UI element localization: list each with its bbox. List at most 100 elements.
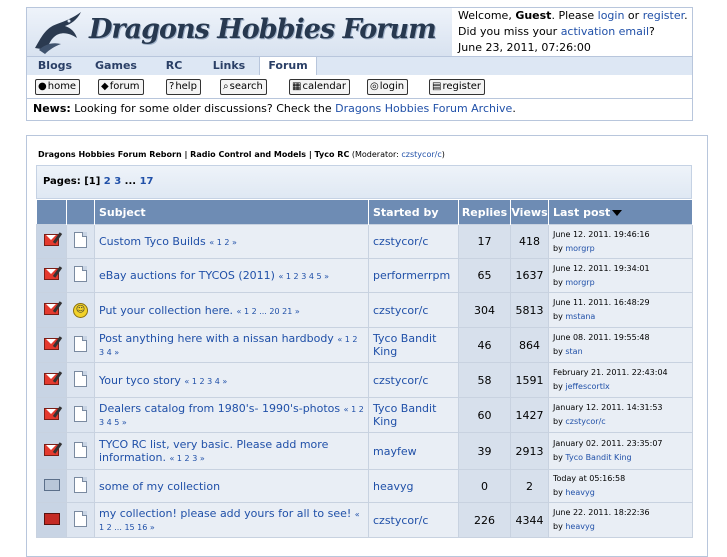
home-label: home bbox=[47, 81, 77, 92]
site-logo[interactable]: Dragons Hobbies Forum bbox=[27, 8, 452, 56]
topic-type-cell bbox=[66, 502, 95, 538]
last-post-cell: June 22. 2011. 18:22:36 by heavyg bbox=[548, 502, 693, 538]
replies-cell: 65 bbox=[458, 258, 511, 293]
page-link-last[interactable]: 17 bbox=[140, 176, 154, 187]
topic-pages[interactable]: « 1 2 ... 20 21 » bbox=[237, 307, 300, 316]
starter-link[interactable]: Tyco Bandit King bbox=[373, 332, 436, 358]
last-post-author[interactable]: heavyg bbox=[565, 522, 594, 531]
document-icon bbox=[74, 441, 87, 458]
last-post-cell: January 12. 2011. 14:31:53 by czstycor/c bbox=[548, 397, 693, 433]
last-post-cell: June 11. 2011. 16:48:29 by mstana bbox=[548, 292, 693, 328]
topic-link[interactable]: my collection! please add yours for all … bbox=[99, 507, 351, 520]
topic-link[interactable]: Custom Tyco Builds bbox=[99, 235, 206, 248]
news-suffix: . bbox=[512, 102, 516, 115]
search-button[interactable]: ⌕search bbox=[220, 79, 267, 95]
topic-pages[interactable]: « 1 2 » bbox=[209, 238, 237, 247]
welcome-text: . Please bbox=[551, 9, 598, 22]
subject-cell: TYCO RC list, very basic. Please add mor… bbox=[94, 432, 369, 470]
last-post-author[interactable]: stan bbox=[565, 347, 582, 356]
topic-link[interactable]: Your tyco story bbox=[99, 374, 181, 387]
register-link[interactable]: register bbox=[643, 9, 684, 22]
last-post-author[interactable]: heavyg bbox=[565, 488, 594, 497]
last-post-cell: Today at 05:16:58 by heavyg bbox=[548, 469, 693, 503]
header-replies[interactable]: Replies bbox=[458, 200, 511, 225]
calendar-button[interactable]: ▦calendar bbox=[289, 79, 350, 95]
register-label: register bbox=[442, 81, 482, 92]
last-post-author[interactable]: Tyco Bandit King bbox=[565, 453, 631, 462]
login-icon: ◎ bbox=[370, 81, 379, 92]
starter-link[interactable]: mayfew bbox=[373, 445, 417, 458]
header-last-post[interactable]: Last post bbox=[548, 200, 693, 225]
last-post-by-label: by bbox=[553, 522, 566, 531]
login-button[interactable]: ◎login bbox=[367, 79, 409, 95]
header-subject[interactable]: Subject bbox=[94, 200, 369, 225]
topic-pages[interactable]: « 1 2 3 » bbox=[169, 454, 204, 463]
last-post-date: June 12. 2011. 19:34:01 bbox=[553, 263, 650, 273]
starter-link[interactable]: czstycor/c bbox=[373, 235, 428, 248]
topic-link[interactable]: Put your collection here. bbox=[99, 304, 233, 317]
last-post-author[interactable]: morgrp bbox=[565, 278, 594, 287]
topic-link[interactable]: Post anything here with a nissan hardbod… bbox=[99, 332, 334, 345]
home-button[interactable]: ●home bbox=[35, 79, 81, 95]
pages-ellipsis: ... bbox=[121, 176, 140, 187]
search-icon: ⌕ bbox=[223, 81, 229, 92]
starter-link[interactable]: performerrpm bbox=[373, 269, 450, 282]
moderator-link[interactable]: czstycor/c bbox=[401, 150, 441, 159]
last-post-author[interactable]: czstycor/c bbox=[565, 417, 605, 426]
current-page: [1] bbox=[84, 176, 101, 187]
tab-forum[interactable]: Forum bbox=[259, 57, 317, 75]
topic-pages[interactable]: « 1 2 3 4 » bbox=[184, 377, 227, 386]
last-post-author[interactable]: mstana bbox=[565, 312, 595, 321]
replies-cell: 58 bbox=[458, 362, 511, 398]
views-cell: 418 bbox=[510, 224, 549, 259]
last-post-by-label: by bbox=[553, 347, 566, 356]
replies-cell: 39 bbox=[458, 432, 511, 470]
login-label: login bbox=[379, 81, 405, 92]
subject-cell: my collection! please add yours for all … bbox=[94, 502, 369, 538]
replies-cell: 60 bbox=[458, 397, 511, 433]
last-post-cell: June 12. 2011. 19:34:01 by morgrp bbox=[548, 258, 693, 293]
starter-cell: czstycor/c bbox=[368, 502, 459, 538]
register-icon: ▤ bbox=[432, 81, 442, 92]
tab-rc[interactable]: RC bbox=[149, 57, 199, 75]
page-link-2[interactable]: 2 bbox=[104, 176, 111, 187]
header-started-by[interactable]: Started by bbox=[368, 200, 459, 225]
table-row: TYCO RC list, very basic. Please add mor… bbox=[36, 432, 693, 470]
breadcrumb-item-forum[interactable]: Dragons Hobbies Forum Reborn bbox=[38, 150, 182, 159]
breadcrumb-item-board[interactable]: Tyco RC bbox=[315, 150, 350, 159]
tab-blogs[interactable]: Blogs bbox=[27, 57, 83, 75]
header-icon-col bbox=[66, 200, 95, 225]
last-post-author[interactable]: jeffescortlx bbox=[565, 382, 609, 391]
tab-links[interactable]: Links bbox=[201, 57, 257, 75]
views-cell: 1591 bbox=[510, 362, 549, 398]
forum-button[interactable]: ◆forum bbox=[98, 79, 144, 95]
table-row: Post anything here with a nissan hardbod… bbox=[36, 327, 693, 363]
starter-link[interactable]: czstycor/c bbox=[373, 304, 428, 317]
topic-pages[interactable]: « 1 2 3 4 5 » bbox=[278, 272, 329, 281]
register-button[interactable]: ▤register bbox=[429, 79, 486, 95]
last-post-author[interactable]: morgrp bbox=[565, 244, 594, 253]
document-icon bbox=[74, 510, 87, 527]
topic-status-cell bbox=[36, 258, 67, 293]
starter-cell: heavyg bbox=[368, 469, 459, 503]
header-views[interactable]: Views bbox=[510, 200, 549, 225]
starter-link[interactable]: czstycor/c bbox=[373, 514, 428, 527]
archive-link[interactable]: Dragons Hobbies Forum Archive bbox=[335, 102, 512, 115]
views-cell: 1637 bbox=[510, 258, 549, 293]
tab-games[interactable]: Games bbox=[85, 57, 147, 75]
topic-link[interactable]: Dealers catalog from 1980's- 1990's-phot… bbox=[99, 402, 340, 415]
activation-email-link[interactable]: activation email bbox=[561, 25, 649, 38]
help-button[interactable]: ?help bbox=[166, 79, 201, 95]
table-row: Your tyco story « 1 2 3 4 » czstycor/c 58 1… bbox=[36, 362, 693, 398]
document-icon bbox=[74, 370, 87, 387]
topic-link[interactable]: eBay auctions for TYCOS (2011) bbox=[99, 269, 275, 282]
breadcrumb-item-category[interactable]: Radio Control and Models bbox=[190, 150, 306, 159]
topic-link[interactable]: some of my collection bbox=[99, 480, 220, 493]
topic-link[interactable]: TYCO RC list, very basic. Please add mor… bbox=[99, 438, 328, 464]
topic-status-cell bbox=[36, 327, 67, 363]
starter-link[interactable]: heavyg bbox=[373, 480, 413, 493]
starter-link[interactable]: Tyco Bandit King bbox=[373, 402, 436, 428]
starter-link[interactable]: czstycor/c bbox=[373, 374, 428, 387]
last-post-cell: February 21. 2011. 22:43:04 by jeffescort… bbox=[548, 362, 693, 398]
login-link[interactable]: login bbox=[598, 9, 625, 22]
